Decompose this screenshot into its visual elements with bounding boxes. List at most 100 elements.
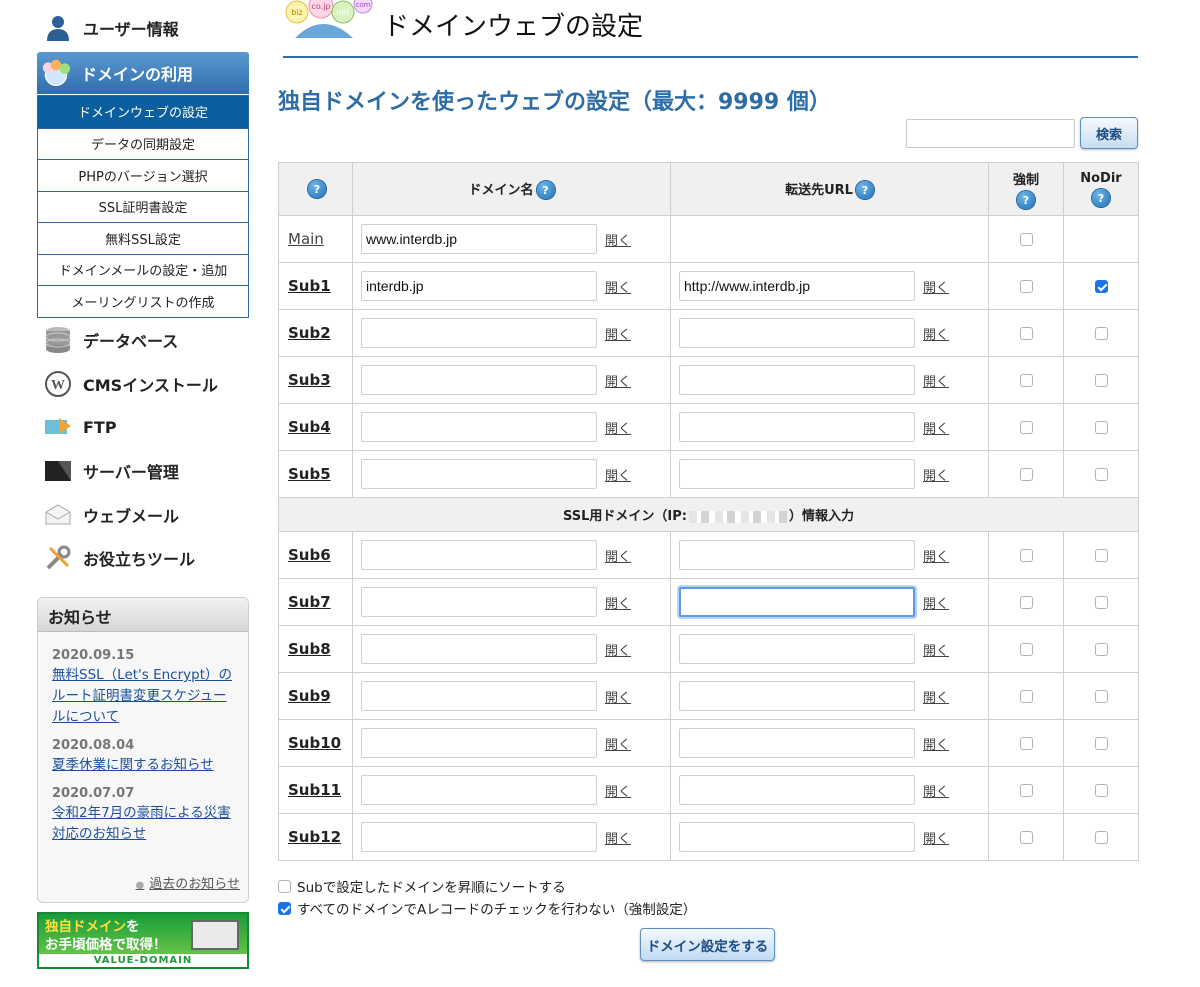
submenu-item[interactable]: SSL証明書設定 [38,190,248,222]
nodir-checkbox[interactable] [1094,830,1108,844]
force-checkbox[interactable] [1019,548,1033,562]
nav-domain-usage[interactable]: ドメインの利用 [37,52,249,94]
redirect-url-input[interactable] [679,412,915,442]
open-redirect-link[interactable]: 開く [923,465,949,484]
redirect-url-input[interactable] [679,540,915,570]
open-domain-link[interactable]: 開く [605,828,631,847]
redirect-url-input[interactable] [679,271,915,301]
open-domain-link[interactable]: 開く [605,324,631,343]
past-notices-link[interactable]: ● 過去のお知らせ [136,873,240,892]
nav-useful-tools[interactable]: お役立ちツール [37,536,218,580]
row-label-link[interactable]: Sub10 [288,734,341,752]
nav-ftp[interactable]: FTP [37,405,218,449]
force-checkbox[interactable] [1019,232,1033,246]
row-label-link[interactable]: Sub8 [288,640,331,658]
open-domain-link[interactable]: 開く [605,734,631,753]
domain-input[interactable] [361,587,597,617]
row-label-link[interactable]: Main [288,230,324,248]
row-label-link[interactable]: Sub7 [288,593,331,611]
redirect-url-input[interactable] [679,822,915,852]
help-icon[interactable]: ? [536,181,555,200]
nodir-checkbox[interactable] [1094,326,1108,340]
force-checkbox[interactable] [1019,279,1033,293]
open-redirect-link[interactable]: 開く [923,277,949,296]
open-redirect-link[interactable]: 開く [923,640,949,659]
arecord-option[interactable]: すべてのドメインでAレコードのチェックを行わない（強制設定） [278,897,696,919]
notice-link[interactable]: 令和2年7月の豪雨による災害対応のお知らせ [52,803,234,845]
open-redirect-link[interactable]: 開く [923,828,949,847]
redirect-url-input[interactable] [679,634,915,664]
open-domain-link[interactable]: 開く [605,546,631,565]
notice-link[interactable]: 夏季休業に関するお知らせ [52,755,234,776]
submenu-item[interactable]: 無料SSL設定 [38,222,248,254]
redirect-url-input[interactable] [679,681,915,711]
sort-checkbox[interactable] [278,879,291,893]
domain-input[interactable] [361,775,597,805]
force-checkbox[interactable] [1019,830,1033,844]
row-label-link[interactable]: Sub12 [288,828,341,846]
nodir-checkbox[interactable] [1094,279,1108,293]
open-redirect-link[interactable]: 開く [923,371,949,390]
nodir-checkbox[interactable] [1094,420,1108,434]
search-input[interactable] [906,119,1075,148]
row-label-link[interactable]: Sub11 [288,781,341,799]
domain-input[interactable] [361,681,597,711]
redirect-url-input[interactable] [679,775,915,805]
domain-input[interactable] [361,365,597,395]
open-domain-link[interactable]: 開く [605,593,631,612]
force-checkbox[interactable] [1019,595,1033,609]
domain-input[interactable] [361,728,597,758]
row-label-link[interactable]: Sub9 [288,687,331,705]
domain-input[interactable] [361,540,597,570]
open-redirect-link[interactable]: 開く [923,546,949,565]
force-checkbox[interactable] [1019,689,1033,703]
row-label-link[interactable]: Sub5 [288,465,331,483]
submenu-item[interactable]: PHPのバージョン選択 [38,159,248,191]
force-checkbox[interactable] [1019,467,1033,481]
sort-option[interactable]: Subで設定したドメインを昇順にソートする [278,875,696,897]
submit-domain-settings-button[interactable]: ドメイン設定をする [640,928,775,961]
nodir-checkbox[interactable] [1094,467,1108,481]
submenu-item[interactable]: データの同期設定 [38,127,248,159]
domain-input[interactable] [361,459,597,489]
redirect-url-input[interactable] [679,365,915,395]
row-label-link[interactable]: Sub4 [288,418,331,436]
nodir-checkbox[interactable] [1094,642,1108,656]
open-domain-link[interactable]: 開く [605,371,631,390]
force-checkbox[interactable] [1019,326,1033,340]
open-redirect-link[interactable]: 開く [923,324,949,343]
redirect-url-input[interactable] [679,587,915,617]
open-redirect-link[interactable]: 開く [923,593,949,612]
submenu-item[interactable]: メーリングリストの作成 [38,285,248,317]
submenu-item[interactable]: ドメインメールの設定・追加 [38,253,248,285]
nodir-checkbox[interactable] [1094,373,1108,387]
domain-input[interactable] [361,412,597,442]
nav-user-info[interactable]: ユーザー情報 [37,6,179,50]
redirect-url-input[interactable] [679,459,915,489]
open-domain-link[interactable]: 開く [605,781,631,800]
force-checkbox[interactable] [1019,736,1033,750]
domain-input[interactable] [361,224,597,254]
domain-input[interactable] [361,634,597,664]
nav-cms-install[interactable]: W CMSインストール [37,362,218,406]
open-domain-link[interactable]: 開く [605,465,631,484]
help-icon[interactable]: ? [308,180,326,198]
row-label-link[interactable]: Sub1 [288,277,331,295]
open-redirect-link[interactable]: 開く [923,687,949,706]
force-checkbox[interactable] [1019,420,1033,434]
nav-server-admin[interactable]: サーバー管理 [37,449,218,493]
row-label-link[interactable]: Sub2 [288,324,331,342]
open-domain-link[interactable]: 開く [605,230,631,249]
help-icon[interactable]: ? [1017,191,1035,209]
open-redirect-link[interactable]: 開く [923,781,949,800]
help-icon[interactable]: ? [1092,189,1110,207]
nodir-checkbox[interactable] [1094,595,1108,609]
nodir-checkbox[interactable] [1094,689,1108,703]
nav-webmail[interactable]: ウェブメール [37,493,218,537]
row-label-link[interactable]: Sub3 [288,371,331,389]
open-domain-link[interactable]: 開く [605,277,631,296]
nodir-checkbox[interactable] [1094,548,1108,562]
force-checkbox[interactable] [1019,783,1033,797]
notice-link[interactable]: 無料SSL（Let's Encrypt）のルート証明書変更スケジュールについて [52,665,234,728]
open-redirect-link[interactable]: 開く [923,418,949,437]
